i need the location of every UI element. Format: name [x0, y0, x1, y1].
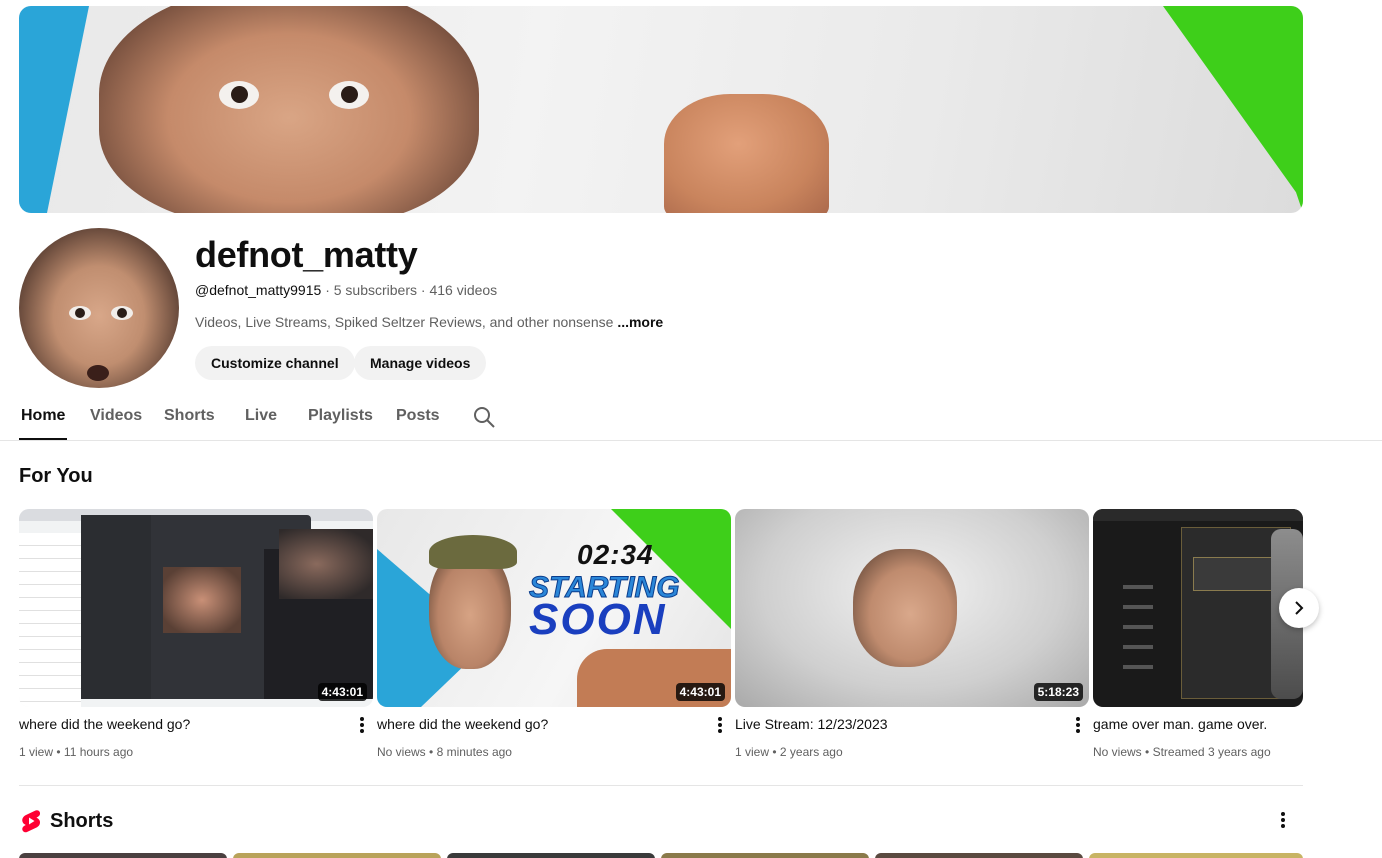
video-views: No views	[1093, 745, 1142, 759]
short-thumbnail[interactable]	[233, 853, 441, 858]
thumb-chat-sidebar	[81, 515, 151, 699]
avatar-eye-left	[69, 306, 91, 320]
customize-channel-button[interactable]: Customize channel	[195, 346, 355, 380]
thumb-chat-image	[163, 567, 241, 633]
thumb-head	[853, 549, 957, 667]
meta-separator: •	[1145, 745, 1150, 759]
short-thumbnail[interactable]	[661, 853, 869, 858]
description-more-link[interactable]: ...more	[617, 314, 663, 330]
section-divider	[19, 785, 1303, 786]
meta-separator: •	[772, 745, 777, 759]
channel-avatar[interactable]	[19, 228, 179, 388]
video-card[interactable]: game over man. game over. No views • Str…	[1093, 509, 1303, 759]
more-vert-icon[interactable]	[1279, 811, 1287, 831]
description-text: Videos, Live Streams, Spiked Seltzer Rev…	[195, 314, 614, 330]
video-meta: 1 view • 2 years ago	[735, 745, 843, 759]
video-duration: 4:43:01	[317, 683, 367, 701]
short-thumbnail[interactable]	[875, 853, 1083, 858]
avatar-mouth	[87, 365, 109, 381]
tab-home[interactable]: Home	[21, 407, 65, 425]
video-count: 416 videos	[429, 282, 498, 298]
video-title[interactable]: Live Stream: 12/23/2023	[735, 716, 888, 732]
meta-separator: •	[56, 745, 61, 759]
meta-separator: ·	[325, 282, 330, 298]
thumb-spreadsheet	[19, 533, 81, 707]
video-meta: 1 view • 11 hours ago	[19, 745, 133, 759]
video-card[interactable]: 4:43:01 where did the weekend go? 1 view…	[19, 509, 373, 759]
thumb-webcam	[279, 529, 373, 599]
channel-handle: @defnot_matty9915	[195, 282, 322, 298]
tab-videos[interactable]: Videos	[90, 407, 142, 425]
video-views: No views	[377, 745, 426, 759]
video-title[interactable]: where did the weekend go?	[19, 716, 190, 732]
more-vert-icon[interactable]	[717, 716, 723, 734]
avatar-eye-right	[111, 306, 133, 320]
carousel-next-button[interactable]	[1279, 588, 1319, 628]
banner-face-image	[99, 6, 479, 213]
channel-tabs: Home Videos Shorts Live Playlists Posts	[0, 396, 1382, 441]
thumb-soon-text: SOON	[529, 595, 667, 644]
search-icon[interactable]	[472, 405, 496, 429]
channel-meta: @defnot_matty9915 · 5 subscribers · 416 …	[195, 282, 497, 298]
video-duration: 5:18:23	[1033, 683, 1083, 701]
channel-name: defnot_matty	[195, 234, 418, 275]
short-thumbnail[interactable]	[447, 853, 655, 858]
video-thumbnail[interactable]	[1093, 509, 1303, 707]
banner-green-shape	[1163, 6, 1303, 213]
banner-eye-right	[329, 81, 369, 109]
shorts-logo-icon	[22, 810, 41, 833]
video-views: 1 view	[735, 745, 770, 759]
thumb-game-stat	[1193, 557, 1281, 591]
tab-active-indicator	[19, 438, 67, 440]
video-title[interactable]: game over man. game over.	[1093, 716, 1267, 732]
tab-playlists[interactable]: Playlists	[308, 407, 373, 425]
video-age: 11 hours ago	[63, 745, 134, 759]
meta-separator: ·	[420, 282, 426, 298]
thumb-hat	[429, 535, 517, 569]
video-thumbnail[interactable]: 02:34 STARTING SOON 4:43:01	[377, 509, 731, 707]
banner-fist-image	[664, 94, 829, 213]
video-duration: 4:43:01	[675, 683, 725, 701]
short-thumbnail[interactable]	[1089, 853, 1303, 858]
thumb-countdown: 02:34	[577, 539, 654, 570]
manage-videos-button[interactable]: Manage videos	[354, 346, 487, 380]
video-thumbnail[interactable]: 4:43:01	[19, 509, 373, 707]
short-thumbnail[interactable]	[19, 853, 227, 858]
thumb-game-icons	[1123, 569, 1153, 679]
video-age: 2 years ago	[779, 745, 843, 759]
banner-blue-shape	[19, 6, 89, 213]
subscriber-count: 5 subscribers	[333, 282, 418, 298]
video-age: Streamed 3 years ago	[1152, 745, 1271, 759]
chevron-right-icon	[1295, 601, 1304, 615]
meta-separator: •	[429, 745, 434, 759]
channel-banner	[19, 6, 1303, 213]
more-vert-icon[interactable]	[359, 716, 365, 734]
tab-live[interactable]: Live	[245, 407, 277, 425]
thumb-game-tabs	[1093, 509, 1303, 521]
video-meta: No views • Streamed 3 years ago	[1093, 745, 1271, 759]
video-age: 8 minutes ago	[436, 745, 512, 759]
more-vert-icon[interactable]	[1075, 716, 1081, 734]
channel-description: Videos, Live Streams, Spiked Seltzer Rev…	[195, 314, 663, 330]
video-thumbnail[interactable]: 5:18:23	[735, 509, 1089, 707]
banner-eye-left	[219, 81, 259, 109]
tab-shorts[interactable]: Shorts	[164, 407, 215, 425]
video-title[interactable]: where did the weekend go?	[377, 716, 548, 732]
tab-posts[interactable]: Posts	[396, 407, 440, 425]
video-card[interactable]: 5:18:23 Live Stream: 12/23/2023 1 view •…	[735, 509, 1089, 759]
video-meta: No views • 8 minutes ago	[377, 745, 512, 759]
video-views: 1 view	[19, 745, 54, 759]
for-you-title: For You	[19, 465, 93, 487]
shorts-section-title: Shorts	[50, 810, 114, 832]
video-card[interactable]: 02:34 STARTING SOON 4:43:01 where did th…	[377, 509, 731, 759]
